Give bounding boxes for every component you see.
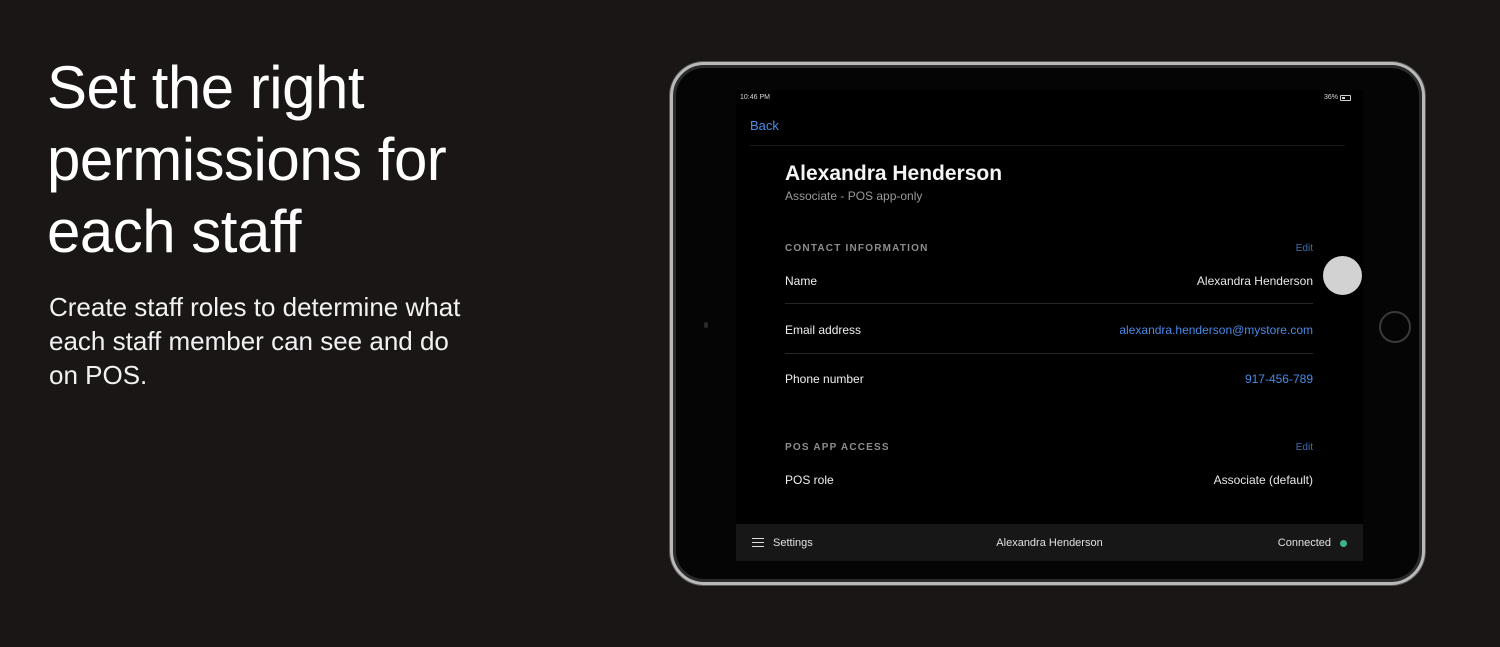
battery-percent: 36% [1323,94,1338,101]
connection-status: Connected [1277,537,1331,549]
pos-screen: 10:46 PM 36% Back Alexandra Henderson As… [736,90,1363,561]
status-time: 10:46 PM [740,94,770,101]
hero-subtext: Create staff roles to determine what eac… [49,292,461,390]
contact-edit-button[interactable]: Edit [1296,243,1313,254]
email-label: Email address [785,323,862,337]
name-value: Alexandra Henderson [1196,274,1313,288]
hero-headline: Set the right permissions for each staff [47,54,447,265]
staff-name: Alexandra Henderson [785,162,1003,185]
current-user-label: Alexandra Henderson [996,537,1103,549]
status-bar: 10:46 PM 36% [736,90,1363,106]
pos-role-value[interactable]: Associate (default) [1214,473,1313,487]
row-divider [785,303,1313,304]
battery-icon [1340,94,1351,101]
back-button[interactable]: Back [750,118,779,133]
phone-link[interactable]: 917-456-789 [1245,372,1313,386]
touch-indicator [1323,256,1362,295]
pos-role-label: POS role [785,473,834,487]
status-battery: 36% [1324,94,1351,101]
status-dot-icon [1340,540,1347,547]
header-divider [750,145,1345,146]
camera-dot [704,322,708,328]
bottom-bar: Settings Alexandra Henderson Connected [736,524,1363,561]
pos-access-section-header: POS APP ACCESS [785,442,890,453]
email-link[interactable]: alexandra.henderson@mystore.com [1119,323,1313,337]
ipad-device: 10:46 PM 36% Back Alexandra Henderson As… [670,62,1425,585]
row-divider [785,353,1313,354]
phone-label: Phone number [785,372,864,386]
home-button [1379,311,1411,343]
staff-role-subtitle: Associate - POS app-only [785,189,923,203]
pos-access-edit-button[interactable]: Edit [1296,442,1313,453]
contact-section-header: CONTACT INFORMATION [785,243,929,254]
name-label: Name [785,274,818,288]
